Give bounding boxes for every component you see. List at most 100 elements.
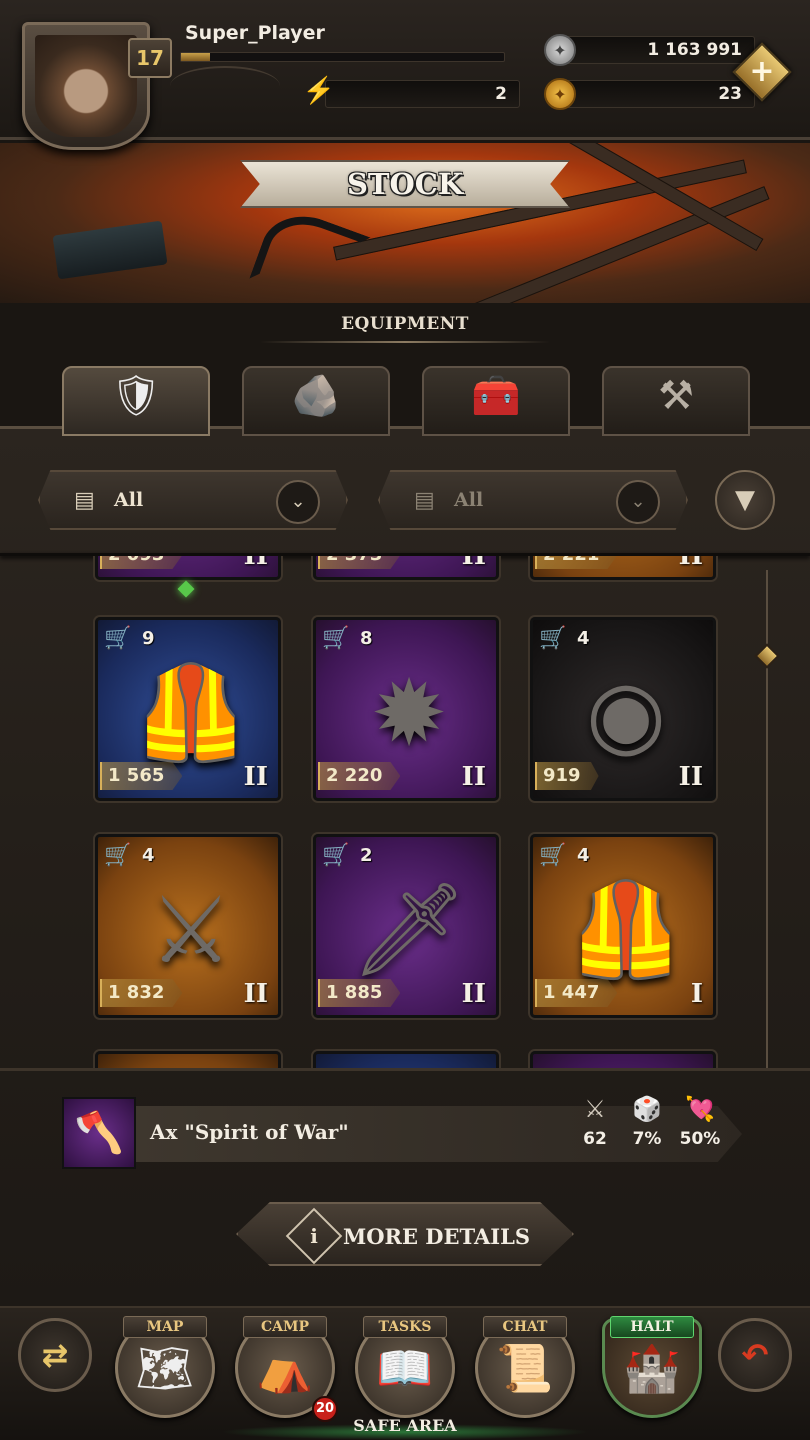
tier-filter-label: All (114, 489, 144, 511)
more-details-button[interactable]: i MORE DETAILS (236, 1202, 574, 1266)
item-tier: II (243, 979, 268, 1009)
type-filter-label: All (454, 489, 484, 511)
page-title: STOCK (346, 167, 464, 201)
item-price: 2 221 (535, 556, 618, 569)
top-bar: 17 Super_Player 2 ⚡ 1 163 991 ✦ 23 ✦ + (0, 0, 810, 150)
item-card[interactable]: 2 221 II (530, 556, 716, 580)
avatar[interactable] (35, 35, 137, 137)
item-card[interactable]: ◉ 🛒 4 919 II (530, 617, 716, 801)
silver-counter: 1 163 991 (560, 36, 755, 64)
item-card[interactable] (313, 1051, 499, 1068)
item-quantity: 8 (360, 628, 373, 649)
nav-label: CAMP (243, 1316, 327, 1338)
item-tier: II (461, 762, 486, 792)
nav-tasks[interactable]: TASKS 📖 (353, 1316, 457, 1422)
item-price: 1 832 (100, 979, 183, 1007)
nav-map[interactable]: MAP 🗺 (113, 1316, 217, 1422)
item-tier: II (243, 556, 268, 571)
filter-funnel-button[interactable]: ▼ (715, 470, 775, 530)
bonus-value: 50% (679, 1129, 721, 1149)
tab-chests[interactable]: 🧰 (422, 366, 570, 436)
cart-icon: 🛒 (322, 843, 350, 868)
info-icon: i (285, 1207, 343, 1265)
item-card[interactable] (95, 1051, 281, 1068)
item-price: 1 565 (100, 762, 183, 790)
damage-stat: ⚔ 62 (568, 1095, 622, 1149)
cart-icon: 🛒 (539, 626, 567, 651)
item-card[interactable] (530, 1051, 716, 1068)
tab-resources[interactable]: 🪨 (242, 366, 390, 436)
more-details-label: MORE DETAILS (343, 1224, 531, 1249)
item-grid[interactable]: 2 093II2 373II2 221II🦺🛒91 565II✹🛒82 220I… (0, 556, 760, 1068)
section-title: EQUIPMENT (341, 314, 469, 334)
item-tier: I (690, 979, 703, 1009)
item-tier: II (243, 762, 268, 792)
item-tier: II (461, 979, 486, 1009)
bars-icon: ▤ (414, 488, 435, 513)
plus-icon: + (749, 54, 775, 89)
silver-coin-icon: ✦ (544, 34, 576, 66)
funnel-icon: ▼ (735, 485, 755, 515)
item-price: 2 093 (100, 556, 183, 569)
item-card[interactable]: 🦺 🛒 9 1 565 II (95, 617, 281, 801)
chevron-down-icon[interactable]: ⌄ (616, 480, 660, 524)
shield-icon: 🛡 (110, 373, 162, 419)
dice-icon: 🎲 (632, 1095, 662, 1123)
stamina-counter: 2 (325, 80, 520, 108)
tab-equipment[interactable]: 🛡 (62, 366, 210, 436)
nav-label: MAP (123, 1316, 207, 1338)
item-quantity: 4 (142, 845, 155, 866)
heart-arrow-icon: 💘 (685, 1095, 715, 1123)
item-card[interactable]: 🦺 🛒 4 1 447 I (530, 834, 716, 1018)
xp-bar-fill (181, 53, 211, 61)
item-tier: II (678, 556, 703, 571)
item-card[interactable]: 🗡 🛒 2 1 885 II (313, 834, 499, 1018)
divider (0, 1068, 810, 1071)
back-button[interactable]: ↶ (718, 1318, 792, 1392)
nav-halt[interactable]: HALT 🏰 (600, 1316, 704, 1422)
level-badge: 17 (128, 38, 172, 78)
crit-value: 7% (632, 1129, 662, 1149)
item-card[interactable]: ✹ 🛒 8 2 220 II (313, 617, 499, 801)
lightning-swords-icon: ⚡ (302, 76, 336, 106)
menu-button[interactable]: ⇄ (18, 1318, 92, 1392)
item-card[interactable]: ⚔ 🛒 4 1 832 II (95, 834, 281, 1018)
item-price: 2 220 (318, 762, 401, 790)
xp-bar (180, 52, 505, 62)
cart-icon: 🛒 (104, 626, 132, 651)
nav-chat[interactable]: CHAT 📜 (473, 1316, 577, 1422)
chest-icon: 🧰 (471, 373, 521, 419)
cart-icon: 🛒 (539, 843, 567, 868)
back-arrow-icon: ↶ (741, 1336, 769, 1374)
item-tier: II (678, 762, 703, 792)
notification-badge: 20 (312, 1396, 338, 1422)
item-price: 919 (535, 762, 599, 790)
damage-value: 62 (583, 1129, 607, 1149)
ornament-divider (170, 66, 280, 106)
cart-icon: 🛒 (104, 843, 132, 868)
tab-crafting[interactable]: ⚒ (602, 366, 750, 436)
item-quantity: 4 (577, 845, 590, 866)
selected-item-name: Ax "Spirit of War" (150, 1120, 349, 1144)
crossed-swords-icon: ⚔ (584, 1095, 606, 1123)
title-ribbon: STOCK (240, 160, 570, 208)
ore-icon: 🪨 (291, 373, 341, 419)
item-price: 2 373 (318, 556, 401, 569)
item-card[interactable]: 2 373 II (313, 556, 499, 580)
swap-arrows-icon: ⇄ (41, 1336, 69, 1374)
cart-icon: 🛒 (322, 626, 350, 651)
chevron-down-icon[interactable]: ⌄ (276, 480, 320, 524)
item-quantity: 9 (142, 628, 155, 649)
gold-counter: 23 (560, 80, 755, 108)
player-name: Super_Player (185, 22, 325, 44)
bonus-stat: 💘 50% (673, 1095, 727, 1149)
tier-filter-dropdown[interactable]: ▤ All ⌄ (38, 470, 348, 530)
item-quantity: 2 (360, 845, 373, 866)
item-price: 1 885 (318, 979, 401, 1007)
bars-icon: ▤ (74, 488, 95, 513)
axe-icon[interactable]: 🪓 (62, 1097, 136, 1169)
type-filter-dropdown[interactable]: ▤ All ⌄ (378, 470, 688, 530)
gold-coin-icon: ✦ (544, 78, 576, 110)
item-card[interactable]: 2 093 II (95, 556, 281, 580)
nav-label: HALT (610, 1316, 694, 1338)
